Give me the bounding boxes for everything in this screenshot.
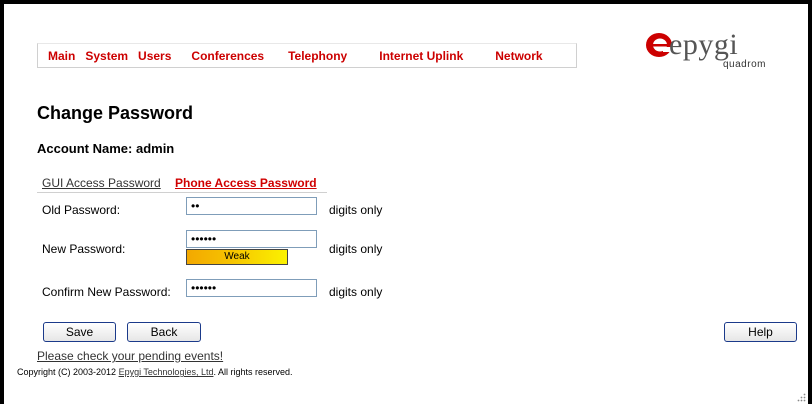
old-password-field[interactable] [186, 197, 317, 215]
menu-item-telephony[interactable]: Telephony [288, 49, 347, 63]
save-button[interactable]: Save [43, 322, 116, 342]
new-password-field[interactable] [186, 230, 317, 248]
menu-item-main[interactable]: Main [48, 49, 75, 63]
menu-item-conferences[interactable]: Conferences [191, 49, 264, 63]
help-button[interactable]: Help [724, 322, 797, 342]
resize-grip-icon[interactable] [796, 392, 806, 402]
page-content: Main System Users Conferences Telephony … [4, 4, 808, 404]
menu-item-network[interactable]: Network [495, 49, 542, 63]
new-password-label: New Password: [42, 242, 126, 256]
back-button[interactable]: Back [127, 322, 201, 342]
menu-item-system[interactable]: System [85, 49, 128, 63]
tab-phone-access-password[interactable]: Phone Access Password [175, 176, 317, 190]
logo-brand-text: epygi [669, 28, 739, 61]
pending-events-link[interactable]: Please check your pending events! [37, 349, 223, 363]
page-title: Change Password [37, 103, 194, 123]
menu-item-internet-uplink[interactable]: Internet Uplink [379, 49, 463, 63]
tab-divider [37, 192, 327, 193]
password-strength-indicator: Weak [186, 249, 288, 265]
tab-gui-access-password[interactable]: GUI Access Password [42, 176, 161, 190]
logo-model-text: quadrom [723, 59, 766, 70]
menu-item-users[interactable]: Users [138, 49, 171, 63]
copyright-prefix: Copyright (C) 2003-2012 [17, 367, 119, 377]
epygi-logo: epygi quadrom [645, 28, 800, 84]
new-password-hint: digits only [329, 242, 383, 256]
copyright-suffix: . All rights reserved. [213, 367, 293, 377]
old-password-hint: digits only [329, 203, 383, 217]
account-name: Account Name: admin [37, 141, 175, 156]
main-menu: Main System Users Conferences Telephony … [37, 43, 577, 68]
confirm-password-hint: digits only [329, 285, 383, 299]
confirm-password-field[interactable] [186, 279, 317, 297]
old-password-label: Old Password: [42, 203, 121, 217]
confirm-password-label: Confirm New Password: [42, 285, 171, 299]
company-link[interactable]: Epygi Technologies, Ltd [119, 367, 214, 377]
copyright-notice: Copyright (C) 2003-2012 Epygi Technologi… [17, 367, 293, 377]
